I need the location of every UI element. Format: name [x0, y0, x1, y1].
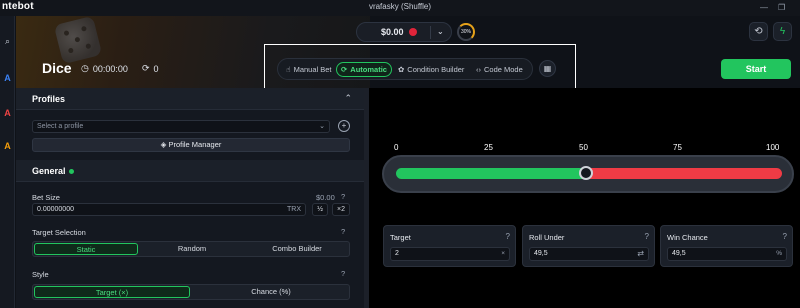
bet-size-value: 0.00000000: [37, 206, 74, 213]
profile-manager-button[interactable]: ◈ Profile Manager: [32, 138, 350, 152]
style-toggle: Target (×) Chance (%): [32, 284, 350, 300]
title-bar: ntebot vrafasky (Shuffle) — ❐: [0, 0, 800, 16]
target-label: Target: [390, 233, 411, 242]
help-icon[interactable]: ?: [341, 227, 345, 236]
profiles-header[interactable]: Profiles ⌃: [16, 88, 364, 110]
profiles-title: Profiles: [32, 94, 66, 104]
roll-under-input[interactable]: 49,5 ⇄: [529, 247, 649, 261]
target-option-random[interactable]: Random: [140, 243, 244, 255]
slider-tick: 75: [673, 143, 682, 152]
target-option-static[interactable]: Static: [34, 243, 138, 255]
slider-tick: 50: [579, 143, 588, 152]
profile-manager-label: Profile Manager: [168, 140, 222, 149]
bet-size-input[interactable]: 0.00000000 TRX: [32, 203, 306, 216]
sync-button[interactable]: ⟲: [749, 22, 768, 41]
roll-under-value: 49,5: [534, 250, 548, 257]
target-selection-label: Target Selection: [32, 228, 86, 237]
win-chance-input[interactable]: 49,5 %: [667, 247, 787, 261]
win-range-fill: [396, 168, 586, 179]
bet-size-label: Bet Size: [32, 193, 60, 202]
help-icon[interactable]: ?: [506, 232, 510, 241]
status-dot: [69, 169, 74, 174]
lightning-button[interactable]: ϟ: [773, 22, 792, 41]
bet-currency: TRX: [287, 206, 301, 213]
round-counter: ⟳ 0: [142, 63, 159, 74]
timer-value: 00:00:00: [92, 63, 128, 74]
refresh-count-icon: ⟳: [142, 63, 150, 73]
swap-icon[interactable]: ⇄: [637, 248, 644, 260]
settings-panel: Profiles ⌃ Select a profile ⌄ + ◈ Profil…: [16, 88, 364, 308]
win-chance-value: 49,5: [672, 250, 686, 257]
slider-tick: 100: [766, 143, 780, 152]
restore-icon[interactable]: ❐: [778, 3, 785, 12]
style-option-chance[interactable]: Chance (%): [193, 286, 349, 298]
loss-range-fill: [586, 168, 782, 179]
rail-app-icon-blue[interactable]: A: [2, 73, 13, 84]
chevron-down-icon: ⌄: [319, 123, 325, 130]
slider-tick: 0: [394, 143, 399, 152]
plus-icon: +: [341, 121, 347, 130]
profile-select-placeholder: Select a profile: [37, 123, 84, 130]
balance-selector[interactable]: $0.00 ⌄: [356, 22, 452, 42]
target-selection-toggle: Static Random Combo Builder: [32, 241, 350, 257]
sync-icon: ⟲: [754, 26, 763, 37]
general-header[interactable]: General: [16, 160, 364, 182]
rail-app-icon-red[interactable]: A: [2, 108, 13, 119]
help-icon[interactable]: ?: [645, 232, 649, 241]
target-option-combo-builder[interactable]: Combo Builder: [245, 243, 349, 255]
bet-size-usd: $0.00: [316, 193, 335, 202]
game-title: Dice: [42, 60, 72, 76]
win-chance-label: Win Chance: [667, 233, 708, 242]
layers-icon: ◈: [160, 140, 167, 149]
search-icon[interactable]: ⌕: [2, 36, 13, 47]
roll-under-card: Roll Under ? 49,5 ⇄: [522, 225, 655, 267]
roll-under-label: Roll Under: [529, 233, 565, 242]
session-timer: ◷ 00:00:00: [81, 63, 128, 74]
window-title: vrafasky (Shuffle): [368, 2, 432, 11]
left-rail: ⌕ A A A: [0, 16, 15, 308]
clock-icon: ◷: [81, 63, 89, 73]
roll-slider-handle[interactable]: [579, 166, 593, 180]
help-icon[interactable]: ?: [341, 269, 345, 278]
help-icon[interactable]: ?: [783, 232, 787, 241]
profile-select[interactable]: Select a profile ⌄: [32, 120, 330, 133]
lightning-icon: ϟ: [779, 26, 786, 37]
game-area: [369, 88, 800, 308]
half-bet-button[interactable]: ½: [312, 203, 328, 216]
general-title: General: [32, 166, 66, 176]
chevron-down-icon: ⌄: [437, 27, 444, 36]
highlight-frame: [264, 44, 576, 93]
style-option-target[interactable]: Target (×): [34, 286, 190, 298]
currency-gem-icon: [408, 28, 417, 36]
double-bet-button[interactable]: ×2: [332, 203, 350, 216]
win-chance-card: Win Chance ? 49,5 %: [660, 225, 793, 267]
rail-app-icon-orange[interactable]: A: [2, 141, 13, 152]
chevron-up-icon[interactable]: ⌃: [344, 93, 352, 104]
round-count-value: 0: [153, 63, 159, 74]
add-profile-button[interactable]: +: [338, 120, 350, 132]
target-input[interactable]: 2 ×: [390, 247, 510, 261]
start-button[interactable]: Start: [721, 59, 791, 79]
balance-amount: $0.00: [381, 27, 404, 37]
wager-progress-ring: 30%: [457, 23, 475, 41]
help-icon[interactable]: ?: [341, 192, 345, 201]
balance-divider: [430, 26, 431, 39]
dice-icon: [53, 16, 103, 65]
target-card: Target ? 2 ×: [383, 225, 516, 267]
slider-tick: 25: [484, 143, 493, 152]
style-label: Style: [32, 270, 49, 279]
target-suffix: ×: [501, 250, 505, 257]
target-value: 2: [395, 250, 399, 257]
win-chance-suffix: %: [776, 250, 782, 257]
app-window: ntebot vrafasky (Shuffle) — ❐ ⌕ A A A Di…: [0, 0, 800, 308]
minimize-icon[interactable]: —: [760, 3, 768, 12]
